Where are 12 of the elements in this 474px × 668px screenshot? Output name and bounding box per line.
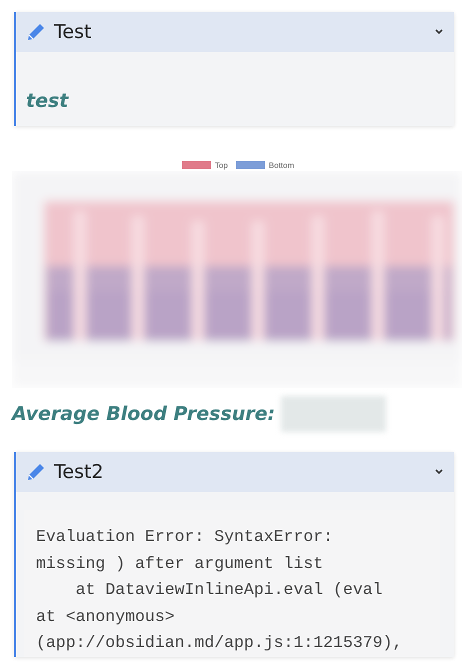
heading-text: Average Blood Pressure: [12,403,276,425]
callout-header[interactable]: Test2 [16,452,454,492]
pencil-icon [26,462,46,482]
callout-title: Test [54,21,92,43]
legend-label: Bottom [268,160,294,170]
callout-header[interactable]: Test [16,12,454,52]
heading-text: test [26,90,68,112]
callout-title: Test2 [54,461,105,483]
legend-label: Top [214,160,228,170]
pencil-icon [26,22,46,42]
chevron-icon[interactable] [434,28,444,36]
chevron-icon[interactable] [434,468,444,476]
